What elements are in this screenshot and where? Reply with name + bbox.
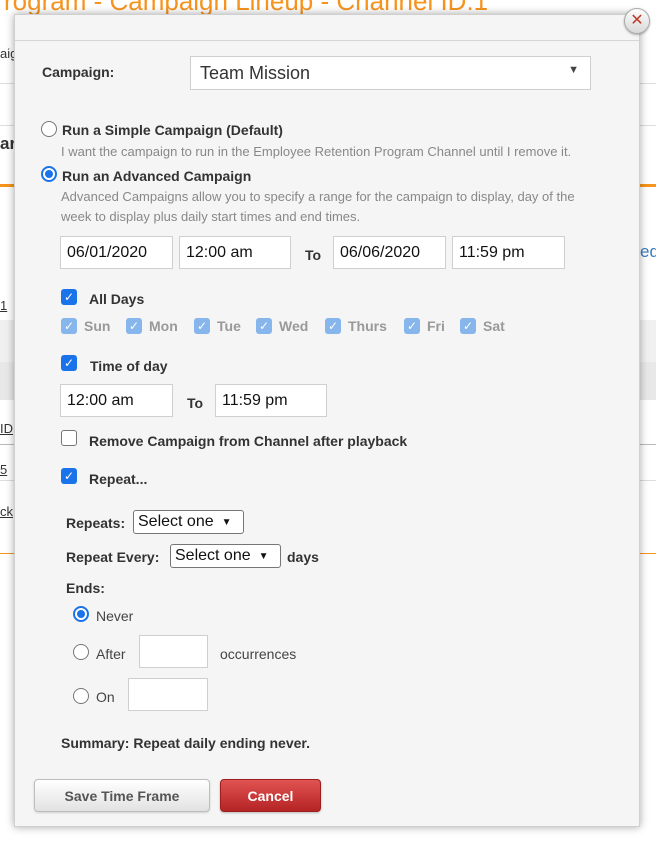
background-link[interactable]: ID (0, 421, 13, 436)
checkmark-icon: ✓ (194, 318, 210, 334)
repeats-label: Repeats: (66, 515, 126, 531)
ends-never-radio[interactable] (73, 606, 89, 622)
advanced-campaign-label[interactable]: Run an Advanced Campaign (62, 168, 251, 184)
background-fragment: ed (640, 242, 656, 261)
ends-after-radio[interactable] (73, 644, 89, 660)
repeat-summary: Summary: Repeat daily ending never. (61, 735, 310, 751)
ends-never-label: Never (96, 608, 134, 624)
day-sun[interactable]: ✓ Sun (61, 318, 110, 334)
all-days-checkbox[interactable]: ✓ (61, 289, 77, 305)
ends-on-date-input[interactable] (128, 678, 208, 711)
all-days-label: All Days (89, 291, 145, 307)
background-link[interactable]: 5 (0, 462, 7, 477)
background-link[interactable]: 1 (0, 298, 7, 313)
repeat-checkbox[interactable]: ✓ (61, 468, 77, 484)
time-of-day-label: Time of day (90, 358, 168, 374)
chevron-down-icon: ▼ (221, 516, 232, 528)
day-tue[interactable]: ✓ Tue (194, 318, 241, 334)
start-time-input[interactable]: 12:00 am (179, 236, 291, 269)
advanced-campaign-radio[interactable] (41, 166, 57, 182)
dialog-title-bar (15, 15, 639, 41)
campaign-label: Campaign: (42, 64, 115, 80)
dropdown-caret-icon: ▼ (568, 64, 579, 76)
cancel-button[interactable]: Cancel (220, 779, 321, 812)
repeat-every-label: Repeat Every: (66, 549, 160, 565)
tod-to-label: To (187, 395, 204, 411)
close-dialog-button[interactable]: ✕ (624, 8, 650, 34)
ends-on-radio[interactable] (73, 688, 89, 704)
day-mon[interactable]: ✓ Mon (126, 318, 178, 334)
simple-campaign-radio[interactable] (41, 121, 57, 137)
checkmark-icon: ✓ (404, 318, 420, 334)
chevron-down-icon: ▼ (258, 550, 269, 562)
days-unit-label: days (287, 549, 319, 565)
repeat-every-select-value: Select one (175, 547, 251, 564)
checkmark-icon: ✓ (63, 356, 75, 370)
occurrences-input[interactable] (139, 635, 208, 668)
day-thurs[interactable]: ✓ Thurs (325, 318, 387, 334)
simple-campaign-help: I want the campaign to run in the Employ… (61, 144, 572, 159)
campaign-select-value: Team Mission (200, 63, 311, 83)
range-to-label: To (305, 247, 322, 263)
repeat-every-select[interactable]: Select one ▼ (170, 544, 281, 568)
advanced-campaign-help: Advanced Campaigns allow you to specify … (61, 189, 575, 204)
checkmark-icon: ✓ (256, 318, 272, 334)
remove-after-playback-label: Remove Campaign from Channel after playb… (89, 433, 408, 449)
background-link[interactable]: ck (0, 504, 13, 519)
ends-label: Ends: (66, 580, 105, 596)
checkmark-icon: ✓ (61, 318, 77, 334)
checkmark-icon: ✓ (63, 290, 75, 304)
end-date-input[interactable]: 06/06/2020 (333, 236, 446, 269)
tod-end-input[interactable]: 11:59 pm (215, 384, 327, 417)
occurrences-label: occurrences (220, 646, 297, 662)
checkmark-icon: ✓ (325, 318, 341, 334)
repeat-label: Repeat... (89, 471, 148, 487)
tod-start-input[interactable]: 12:00 am (60, 384, 173, 417)
checkmark-icon: ✓ (126, 318, 142, 334)
time-of-day-checkbox[interactable]: ✓ (61, 355, 77, 371)
ends-after-label: After (96, 646, 126, 662)
campaign-select[interactable]: Team Mission ▼ (190, 56, 591, 90)
advanced-campaign-help: week to display plus daily start times a… (61, 209, 361, 224)
repeats-select[interactable]: Select one ▼ (133, 510, 244, 534)
remove-after-playback-checkbox[interactable] (61, 430, 77, 446)
day-fri[interactable]: ✓ Fri (404, 318, 445, 334)
simple-campaign-label[interactable]: Run a Simple Campaign (Default) (62, 122, 283, 138)
close-icon: ✕ (630, 12, 644, 29)
day-wed[interactable]: ✓ Wed (256, 318, 308, 334)
day-sat[interactable]: ✓ Sat (460, 318, 505, 334)
checkmark-icon: ✓ (63, 469, 75, 483)
start-date-input[interactable]: 06/01/2020 (60, 236, 173, 269)
repeats-select-value: Select one (138, 513, 214, 530)
end-time-input[interactable]: 11:59 pm (452, 236, 565, 269)
checkmark-icon: ✓ (460, 318, 476, 334)
save-time-frame-button[interactable]: Save Time Frame (34, 779, 210, 812)
ends-on-label: On (96, 689, 115, 705)
